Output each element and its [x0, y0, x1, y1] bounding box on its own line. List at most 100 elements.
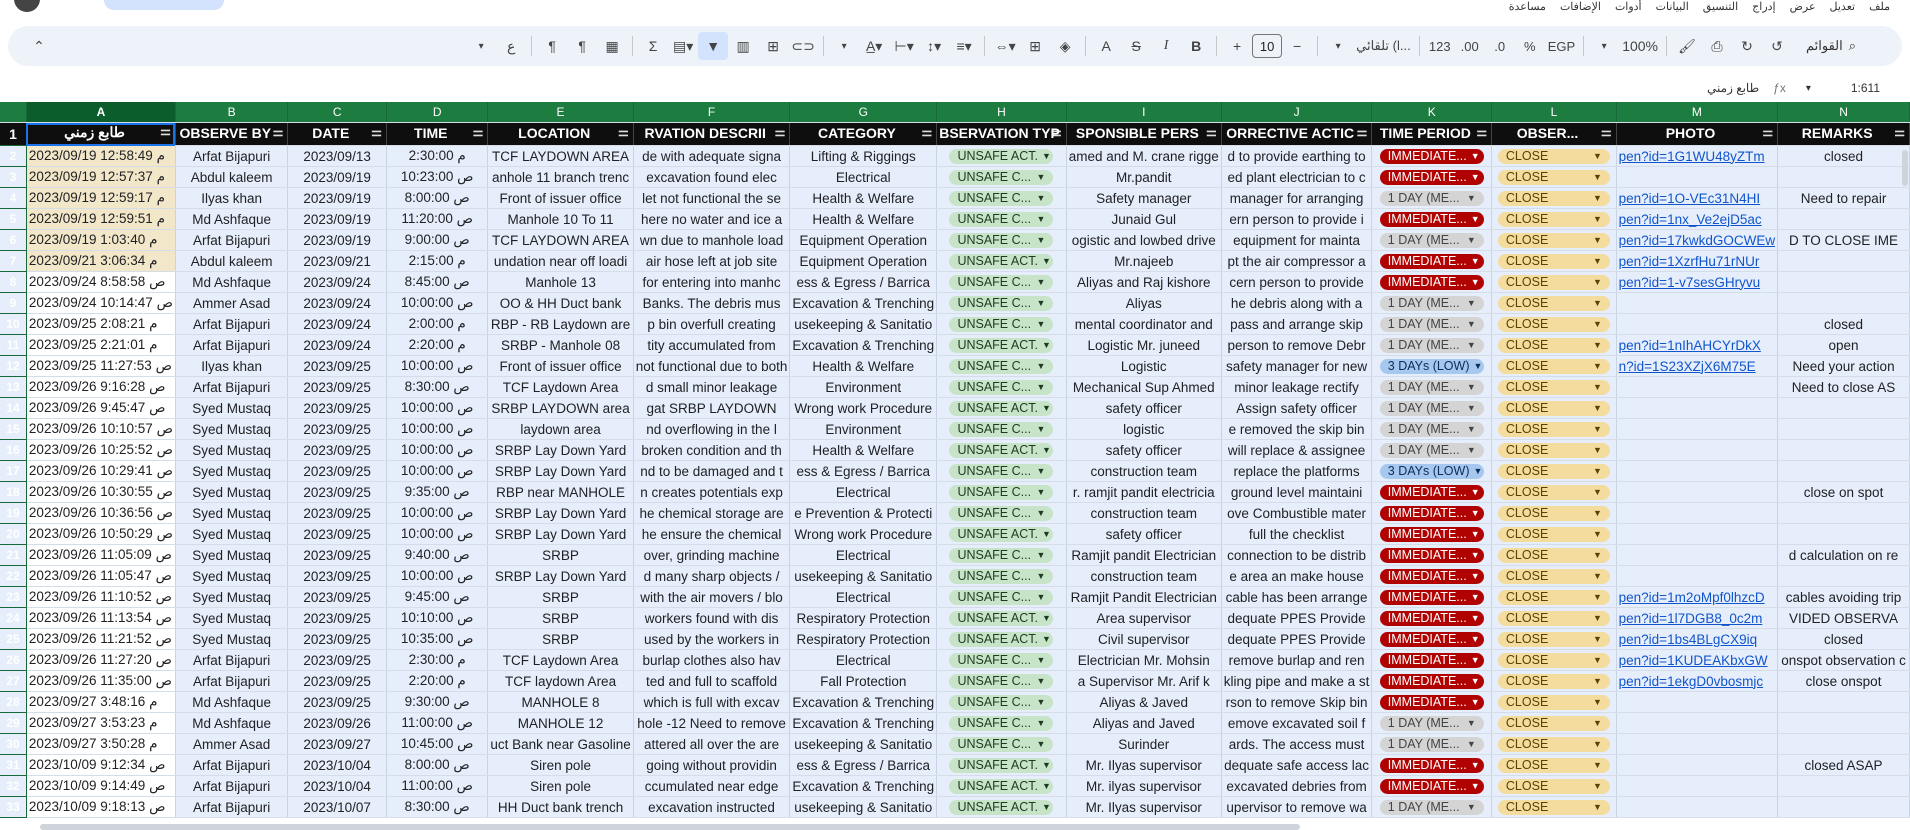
- time-period-chip[interactable]: IMMEDIATE... ▼: [1379, 778, 1484, 794]
- observation-type-cell[interactable]: UNSAFE C... ▼: [936, 586, 1067, 608]
- corrective-action-cell[interactable]: equipment for mainta: [1221, 229, 1373, 251]
- observation-type-cell[interactable]: UNSAFE ACT. ▼: [936, 775, 1067, 797]
- corrective-action-cell[interactable]: full the checklist: [1221, 523, 1373, 545]
- location-cell[interactable]: laydown area: [487, 418, 634, 440]
- horizontal-scrollbar[interactable]: [40, 824, 1300, 830]
- timestamp-cell[interactable]: ص 11:21:52 2023/09/26: [26, 628, 176, 650]
- time-period-chip[interactable]: 1 DAY (ME... ▼: [1379, 316, 1484, 332]
- freeze-icon[interactable]: ▦: [597, 32, 627, 60]
- category-cell[interactable]: Environment: [789, 376, 938, 398]
- header-cell[interactable]: ⚌ ORRECTIVE ACTIC: [1221, 122, 1373, 146]
- timestamp-cell[interactable]: م 3:53:23 2023/09/27: [26, 712, 176, 734]
- time-cell[interactable]: 10:00:00 ص: [386, 355, 489, 377]
- time-period-chip[interactable]: 1 DAY (ME... ▼: [1379, 799, 1484, 815]
- corrective-action-cell[interactable]: ove Combustible mater: [1221, 502, 1373, 524]
- time-period-cell[interactable]: 1 DAY (ME... ▼: [1371, 187, 1493, 209]
- time-period-chip[interactable]: IMMEDIATE... ▼: [1379, 610, 1484, 626]
- time-period-chip[interactable]: 3 DAYs (LOW) ▼: [1379, 358, 1484, 374]
- corrective-action-cell[interactable]: replace the platforms: [1221, 460, 1373, 482]
- observation-type-cell[interactable]: UNSAFE ACT. ▼: [936, 439, 1067, 461]
- corrective-action-cell[interactable]: pt the air compressor a: [1221, 250, 1373, 272]
- wrap-icon[interactable]: ⊢▾: [889, 32, 919, 60]
- observation-type-cell[interactable]: UNSAFE C... ▼: [936, 544, 1067, 566]
- observer-cell[interactable]: Arfat Bijapuri: [175, 754, 289, 776]
- responsible-cell[interactable]: Aliyas: [1066, 292, 1222, 314]
- date-cell[interactable]: 2023/09/25: [287, 502, 387, 524]
- date-cell[interactable]: 2023/09/25: [287, 397, 387, 419]
- timestamp-cell[interactable]: م 2:21:01 2023/09/25: [26, 334, 176, 356]
- status-chip[interactable]: CLOSE ▼: [1497, 190, 1610, 206]
- description-cell[interactable]: here no water and ice a: [633, 208, 791, 230]
- time-period-cell[interactable]: IMMEDIATE... ▼: [1371, 775, 1493, 797]
- observer-cell[interactable]: Ilyas khan: [175, 187, 289, 209]
- observation-type-cell[interactable]: UNSAFE C... ▼: [936, 460, 1067, 482]
- status-cell[interactable]: CLOSE ▼: [1491, 355, 1617, 377]
- corrective-action-cell[interactable]: safety manager for new: [1221, 355, 1373, 377]
- time-period-cell[interactable]: IMMEDIATE... ▼: [1371, 523, 1493, 545]
- remarks-cell[interactable]: closed ASAP: [1777, 754, 1910, 776]
- responsible-cell[interactable]: amed and M. crane rigge: [1066, 145, 1222, 167]
- corrective-action-cell[interactable]: upervisor to remove wa: [1221, 796, 1373, 818]
- filter-icon[interactable]: ⚌: [1894, 125, 1905, 139]
- time-period-cell[interactable]: IMMEDIATE... ▼: [1371, 670, 1493, 692]
- timestamp-cell[interactable]: ص 9:12:34 2023/10/09: [26, 754, 176, 776]
- time-cell[interactable]: 11:00:00 ص: [386, 775, 489, 797]
- merge-icon[interactable]: ⇔▾: [990, 32, 1020, 60]
- valign-icon[interactable]: ↕▾: [919, 32, 949, 60]
- text-rotate-icon[interactable]: A̲▾: [859, 32, 889, 60]
- status-cell[interactable]: CLOSE ▼: [1491, 229, 1617, 251]
- observation-type-cell[interactable]: UNSAFE ACT. ▼: [936, 523, 1067, 545]
- observation-type-chip[interactable]: UNSAFE ACT. ▼: [949, 148, 1054, 164]
- location-cell[interactable]: anhole 11 branch trenc: [487, 166, 634, 188]
- status-chip[interactable]: CLOSE ▼: [1497, 211, 1610, 227]
- responsible-cell[interactable]: Aliyas and Javed: [1066, 712, 1222, 734]
- table-icon[interactable]: ▤▾: [668, 32, 698, 60]
- time-period-cell[interactable]: 1 DAY (ME... ▼: [1371, 733, 1493, 755]
- menu-search[interactable]: القوائم ⌕: [1806, 32, 1902, 60]
- date-cell[interactable]: 2023/10/04: [287, 775, 387, 797]
- photo-link-cell[interactable]: [1616, 418, 1779, 440]
- header-cell[interactable]: ⚌ PHOTO: [1616, 122, 1779, 146]
- filter-icon[interactable]: ⚌: [618, 125, 629, 139]
- observation-type-cell[interactable]: UNSAFE C... ▼: [936, 670, 1067, 692]
- remarks-cell[interactable]: close on spot: [1777, 481, 1910, 503]
- currency-button[interactable]: EGP: [1545, 32, 1578, 60]
- photo-link-cell[interactable]: pen?id=1ekgD0vbosmjc: [1616, 670, 1779, 692]
- observation-type-cell[interactable]: UNSAFE ACT. ▼: [936, 628, 1067, 650]
- status-chip[interactable]: CLOSE ▼: [1497, 694, 1610, 710]
- redo-icon[interactable]: ↻: [1732, 32, 1762, 60]
- row-number[interactable]: 14: [0, 397, 27, 419]
- time-period-cell[interactable]: IMMEDIATE... ▼: [1371, 544, 1493, 566]
- status-cell[interactable]: CLOSE ▼: [1491, 502, 1617, 524]
- filter-icon[interactable]: ⚌: [921, 125, 932, 139]
- status-cell[interactable]: CLOSE ▼: [1491, 460, 1617, 482]
- location-cell[interactable]: SRBP Lay Down Yard: [487, 439, 634, 461]
- text-direction-icon[interactable]: ع: [496, 32, 526, 60]
- timestamp-cell[interactable]: ص 10:30:55 2023/09/26: [26, 481, 176, 503]
- observation-type-chip[interactable]: UNSAFE C... ▼: [949, 169, 1054, 185]
- description-cell[interactable]: hole -12 Need to remove: [633, 712, 791, 734]
- time-period-chip[interactable]: 1 DAY (ME... ▼: [1379, 295, 1484, 311]
- italic-icon[interactable]: I: [1151, 32, 1181, 60]
- description-cell[interactable]: air hose left at job site: [633, 250, 791, 272]
- category-cell[interactable]: Electrical: [789, 166, 938, 188]
- photo-link-cell[interactable]: [1616, 523, 1779, 545]
- row-number[interactable]: 26: [0, 649, 27, 671]
- row-number[interactable]: 20: [0, 523, 27, 545]
- status-cell[interactable]: CLOSE ▼: [1491, 334, 1617, 356]
- date-cell[interactable]: 2023/09/25: [287, 418, 387, 440]
- photo-link-cell[interactable]: n?id=1S23XZjX6M75E: [1616, 355, 1779, 377]
- observation-type-cell[interactable]: UNSAFE C... ▼: [936, 481, 1067, 503]
- row-number[interactable]: 23: [0, 586, 27, 608]
- time-cell[interactable]: 10:23:00 ص: [386, 166, 489, 188]
- row-number[interactable]: 16: [0, 439, 27, 461]
- photo-link-cell[interactable]: pen?id=1l7DGB8_0c2m: [1616, 607, 1779, 629]
- responsible-cell[interactable]: Mr.pandit: [1066, 166, 1222, 188]
- photo-link-cell[interactable]: [1616, 796, 1779, 818]
- decrease-font-icon[interactable]: −: [1282, 32, 1312, 60]
- column-header[interactable]: C: [287, 102, 387, 123]
- location-cell[interactable]: SRBP Lay Down Yard: [487, 460, 634, 482]
- filter-icon[interactable]: ⚌: [273, 125, 284, 139]
- row-number[interactable]: 22: [0, 565, 27, 587]
- observer-cell[interactable]: Syed Mustaq: [175, 565, 289, 587]
